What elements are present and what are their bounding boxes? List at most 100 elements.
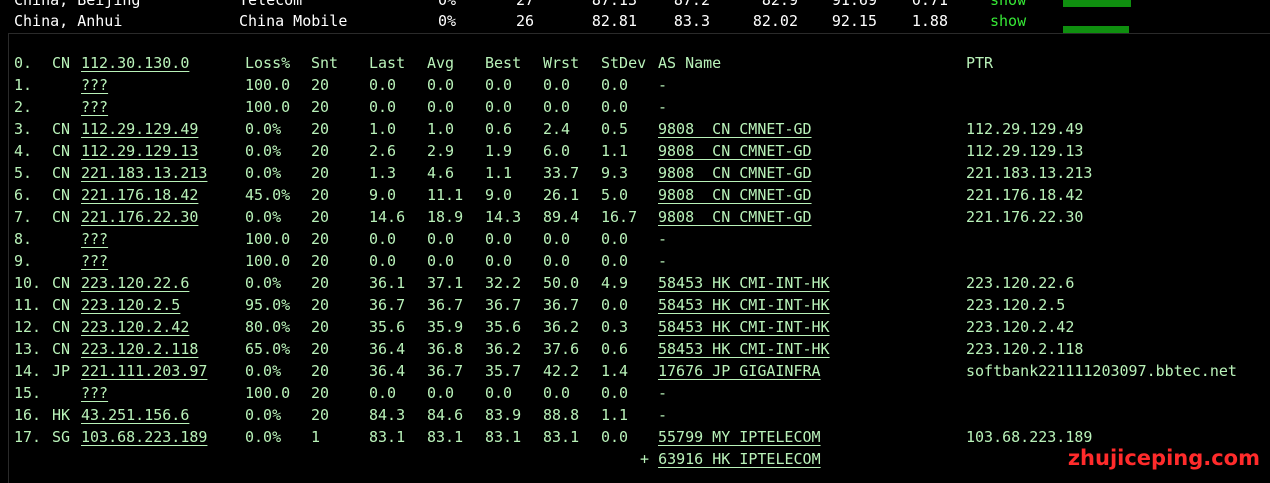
country-code: CN (52, 142, 71, 160)
host-link[interactable]: 221.183.13.213 (81, 162, 207, 184)
host-link[interactable]: ??? (81, 228, 108, 250)
loss: 0.0% (245, 362, 282, 380)
as-name-link[interactable]: 9808 CN CMNET-GD (658, 162, 812, 184)
best: 35.7 (485, 362, 522, 380)
last: 36.7 (369, 296, 406, 314)
stdev: 9.3 (601, 164, 629, 182)
loss: 100.0 (245, 76, 291, 94)
best: 0.6 (485, 120, 513, 138)
snt: 20 (311, 230, 330, 248)
location: China, Anhui (14, 12, 123, 30)
stdev: 0.6 (601, 340, 629, 358)
host-link[interactable]: ??? (81, 96, 108, 118)
as-name-link[interactable]: 17676 JP GIGAINFRA (658, 360, 821, 382)
hop: 14. (14, 362, 42, 380)
host-link[interactable]: 223.120.2.42 (81, 316, 189, 338)
snt: 20 (311, 296, 330, 314)
host-link[interactable]: 223.120.2.5 (81, 294, 180, 316)
last: 1.0 (369, 120, 397, 138)
as-name-link[interactable]: 9808 CN CMNET-GD (658, 184, 812, 206)
last: 35.6 (369, 318, 406, 336)
loss: 0.0% (245, 164, 282, 182)
best: 36.7 (485, 296, 522, 314)
hop: 5. (14, 164, 33, 182)
country-code: CN (52, 164, 71, 182)
best: 83.9 (485, 406, 522, 424)
host-link[interactable]: 43.251.156.6 (81, 404, 189, 426)
host-link[interactable]: ??? (81, 74, 108, 96)
hop: 4. (14, 142, 33, 160)
as-name-link: - (658, 230, 668, 248)
as-name-link[interactable]: 58453 HK CMI-INT-HK (658, 272, 830, 294)
last: 36.4 (369, 362, 406, 380)
stdev: 0.0 (601, 76, 629, 94)
wrst: 0.0 (543, 98, 571, 116)
as-name-link[interactable]: 9808 CN CMNET-GD (658, 140, 812, 162)
wrst: 88.8 (543, 406, 580, 424)
show-link[interactable]: show (990, 10, 1026, 32)
last-header: Last (369, 54, 406, 72)
last: 0.0 (369, 230, 397, 248)
host-link[interactable]: 223.120.22.6 (81, 272, 189, 294)
wrst: 0.0 (543, 252, 571, 270)
best: 0.0 (485, 252, 513, 270)
as-name-link[interactable]: + 63916 HK IPTELECOM (640, 448, 821, 470)
ptr: 112.29.129.13 (966, 142, 1084, 160)
country-code: CN (52, 208, 71, 226)
best: 0.0 (485, 384, 513, 402)
last: 82.81 (591, 12, 637, 30)
avg: 83.1 (427, 428, 464, 446)
wrst: 26.1 (543, 186, 580, 204)
last: 83.1 (369, 428, 406, 446)
loss: 100.0 (245, 230, 291, 248)
as-name-link[interactable]: 9808 CN CMNET-GD (658, 118, 812, 140)
loss: 0.0% (245, 142, 282, 160)
host-link[interactable]: ??? (81, 250, 108, 272)
loss: 95.0% (245, 296, 291, 314)
best: 0.0 (485, 98, 513, 116)
host-link[interactable]: 221.176.18.42 (81, 184, 198, 206)
wrst: 83.1 (543, 428, 580, 446)
host-link[interactable]: 103.68.223.189 (81, 426, 207, 448)
wrst: 0.0 (543, 384, 571, 402)
last: 14.6 (369, 208, 406, 226)
host-link[interactable]: 112.29.129.13 (81, 140, 198, 162)
last: 1.3 (369, 164, 397, 182)
as-name-link[interactable]: 58453 HK CMI-INT-HK (658, 316, 830, 338)
wrst: 89.4 (543, 208, 580, 226)
hop: 2. (14, 98, 33, 116)
best: 0.0 (485, 76, 513, 94)
loss: 100.0 (245, 252, 291, 270)
last: 36.4 (369, 340, 406, 358)
avg: 1.0 (427, 120, 455, 138)
stdev: 0.0 (601, 252, 629, 270)
as-name-link[interactable]: 55799 MY IPTELECOM (658, 426, 821, 448)
loss: 0.0% (245, 406, 282, 424)
best-header: Best (485, 54, 522, 72)
as-name-link[interactable]: 58453 HK CMI-INT-HK (658, 294, 830, 316)
host-link[interactable]: ??? (81, 382, 108, 404)
wrst: 42.2 (543, 362, 580, 380)
avg-header: Avg (427, 54, 455, 72)
as-name-link: - (658, 384, 668, 402)
avg: 84.6 (427, 406, 464, 424)
watermark: zhujiceping.com (1067, 446, 1260, 470)
wrst: 33.7 (543, 164, 580, 182)
as-name-link[interactable]: 9808 CN CMNET-GD (658, 206, 812, 228)
host-link[interactable]: 223.120.2.118 (81, 338, 198, 360)
last: 36.1 (369, 274, 406, 292)
host-link[interactable]: 112.29.129.49 (81, 118, 198, 140)
ptr: 223.120.2.42 (966, 318, 1075, 336)
country-code: SG (52, 428, 71, 446)
loss-header: Loss% (245, 54, 291, 72)
host-link[interactable]: 221.176.22.30 (81, 206, 198, 228)
avg: 0.0 (427, 76, 455, 94)
stdev: 16.7 (601, 208, 638, 226)
host-link[interactable]: 221.111.203.97 (81, 360, 207, 382)
country-code: CN (52, 120, 71, 138)
loss: 65.0% (245, 340, 291, 358)
as-name-link: - (658, 76, 668, 94)
snt: 20 (311, 76, 330, 94)
host-link[interactable]: 112.30.130.0 (81, 52, 189, 74)
as-name-link[interactable]: 58453 HK CMI-INT-HK (658, 338, 830, 360)
